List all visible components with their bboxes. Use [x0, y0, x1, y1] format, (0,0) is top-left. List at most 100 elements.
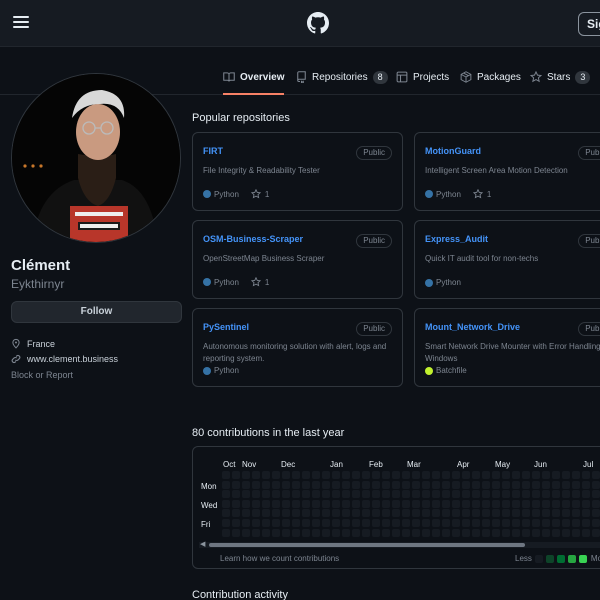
contribution-day-cell[interactable] [322, 499, 330, 508]
tab-stars[interactable]: Stars 3 [530, 62, 591, 95]
contribution-day-cell[interactable] [392, 499, 400, 508]
contribution-day-cell[interactable] [472, 480, 480, 489]
website-link[interactable]: www.clement.business [27, 354, 118, 364]
contribution-day-cell[interactable] [452, 490, 460, 499]
contribution-day-cell[interactable] [332, 471, 340, 479]
contribution-day-cell[interactable] [512, 519, 520, 527]
contribution-day-cell[interactable] [462, 480, 470, 489]
contribution-day-cell[interactable] [262, 471, 270, 479]
contribution-day-cell[interactable] [352, 480, 360, 489]
scrollbar-thumb[interactable] [209, 543, 525, 547]
contribution-day-cell[interactable] [532, 509, 540, 518]
contribution-day-cell[interactable] [442, 509, 450, 518]
avatar[interactable] [11, 73, 181, 243]
contribution-day-cell[interactable] [292, 480, 300, 489]
contribution-day-cell[interactable] [342, 471, 350, 479]
contribution-day-cell[interactable] [482, 490, 490, 499]
contribution-day-cell[interactable] [332, 490, 340, 499]
contribution-day-cell[interactable] [262, 528, 270, 537]
contribution-day-cell[interactable] [512, 528, 520, 537]
contribution-day-cell[interactable] [462, 471, 470, 479]
contribution-day-cell[interactable] [282, 490, 290, 499]
contribution-day-cell[interactable] [582, 509, 590, 518]
contribution-day-cell[interactable] [332, 528, 340, 537]
contribution-day-cell[interactable] [272, 490, 280, 499]
contribution-day-cell[interactable] [302, 528, 310, 537]
contribution-day-cell[interactable] [412, 528, 420, 537]
contribution-day-cell[interactable] [382, 480, 390, 489]
contribution-day-cell[interactable] [242, 471, 250, 479]
contribution-day-cell[interactable] [492, 519, 500, 527]
tab-repositories[interactable]: Repositories 8 [296, 62, 388, 95]
contribution-day-cell[interactable] [572, 509, 580, 518]
contribution-day-cell[interactable] [502, 509, 510, 518]
contribution-day-cell[interactable] [422, 499, 430, 508]
contribution-day-cell[interactable] [442, 519, 450, 527]
contribution-day-cell[interactable] [302, 509, 310, 518]
contribution-day-cell[interactable] [272, 519, 280, 527]
contribution-day-cell[interactable] [522, 490, 530, 499]
contribution-day-cell[interactable] [222, 528, 230, 537]
contribution-day-cell[interactable] [382, 519, 390, 527]
contribution-day-cell[interactable] [502, 490, 510, 499]
contribution-day-cell[interactable] [562, 519, 570, 527]
contribution-day-cell[interactable] [422, 519, 430, 527]
contribution-day-cell[interactable] [522, 528, 530, 537]
contribution-day-cell[interactable] [552, 509, 560, 518]
contribution-day-cell[interactable] [572, 499, 580, 508]
contribution-day-cell[interactable] [322, 490, 330, 499]
contribution-day-cell[interactable] [412, 471, 420, 479]
contribution-day-cell[interactable] [322, 528, 330, 537]
contribution-day-cell[interactable] [232, 509, 240, 518]
contribution-day-cell[interactable] [372, 528, 380, 537]
contribution-day-cell[interactable] [292, 528, 300, 537]
contribution-day-cell[interactable] [292, 509, 300, 518]
sign-in-button[interactable]: Sig [578, 12, 600, 36]
contribution-day-cell[interactable] [482, 480, 490, 489]
contribution-day-cell[interactable] [232, 490, 240, 499]
contribution-day-cell[interactable] [232, 471, 240, 479]
contribution-day-cell[interactable] [452, 480, 460, 489]
contribution-day-cell[interactable] [432, 519, 440, 527]
contribution-day-cell[interactable] [442, 499, 450, 508]
contribution-day-cell[interactable] [342, 509, 350, 518]
contribution-day-cell[interactable] [502, 528, 510, 537]
contribution-day-cell[interactable] [302, 499, 310, 508]
contribution-day-cell[interactable] [542, 471, 550, 479]
contribution-day-cell[interactable] [322, 480, 330, 489]
contribution-day-cell[interactable] [452, 519, 460, 527]
contribution-day-cell[interactable] [282, 471, 290, 479]
contribution-day-cell[interactable] [512, 490, 520, 499]
follow-button[interactable]: Follow [11, 301, 182, 323]
contribution-day-cell[interactable] [272, 509, 280, 518]
contribution-day-cell[interactable] [582, 499, 590, 508]
contribution-day-cell[interactable] [492, 499, 500, 508]
contribution-day-cell[interactable] [342, 490, 350, 499]
contribution-day-cell[interactable] [242, 480, 250, 489]
contribution-day-cell[interactable] [512, 480, 520, 489]
contribution-day-cell[interactable] [262, 499, 270, 508]
repo-stars-link[interactable]: 1 [250, 277, 269, 287]
contribution-day-cell[interactable] [402, 480, 410, 489]
contribution-day-cell[interactable] [332, 509, 340, 518]
contribution-day-cell[interactable] [272, 480, 280, 489]
contribution-day-cell[interactable] [402, 509, 410, 518]
contribution-day-cell[interactable] [482, 509, 490, 518]
scroll-left-icon[interactable]: ◀ [200, 540, 205, 548]
contribution-day-cell[interactable] [492, 528, 500, 537]
contribution-day-cell[interactable] [592, 499, 600, 508]
contribution-day-cell[interactable] [312, 471, 320, 479]
contribution-day-cell[interactable] [222, 480, 230, 489]
contribution-day-cell[interactable] [412, 509, 420, 518]
contribution-day-cell[interactable] [312, 509, 320, 518]
contribution-day-cell[interactable] [542, 519, 550, 527]
contribution-day-cell[interactable] [522, 509, 530, 518]
repo-name-link[interactable]: MotionGuard [425, 146, 481, 156]
contribution-day-cell[interactable] [262, 519, 270, 527]
contribution-day-cell[interactable] [552, 519, 560, 527]
contribution-day-cell[interactable] [232, 528, 240, 537]
menu-icon[interactable] [13, 16, 29, 28]
contribution-day-cell[interactable] [252, 499, 260, 508]
contribution-day-cell[interactable] [542, 528, 550, 537]
contribution-day-cell[interactable] [512, 471, 520, 479]
